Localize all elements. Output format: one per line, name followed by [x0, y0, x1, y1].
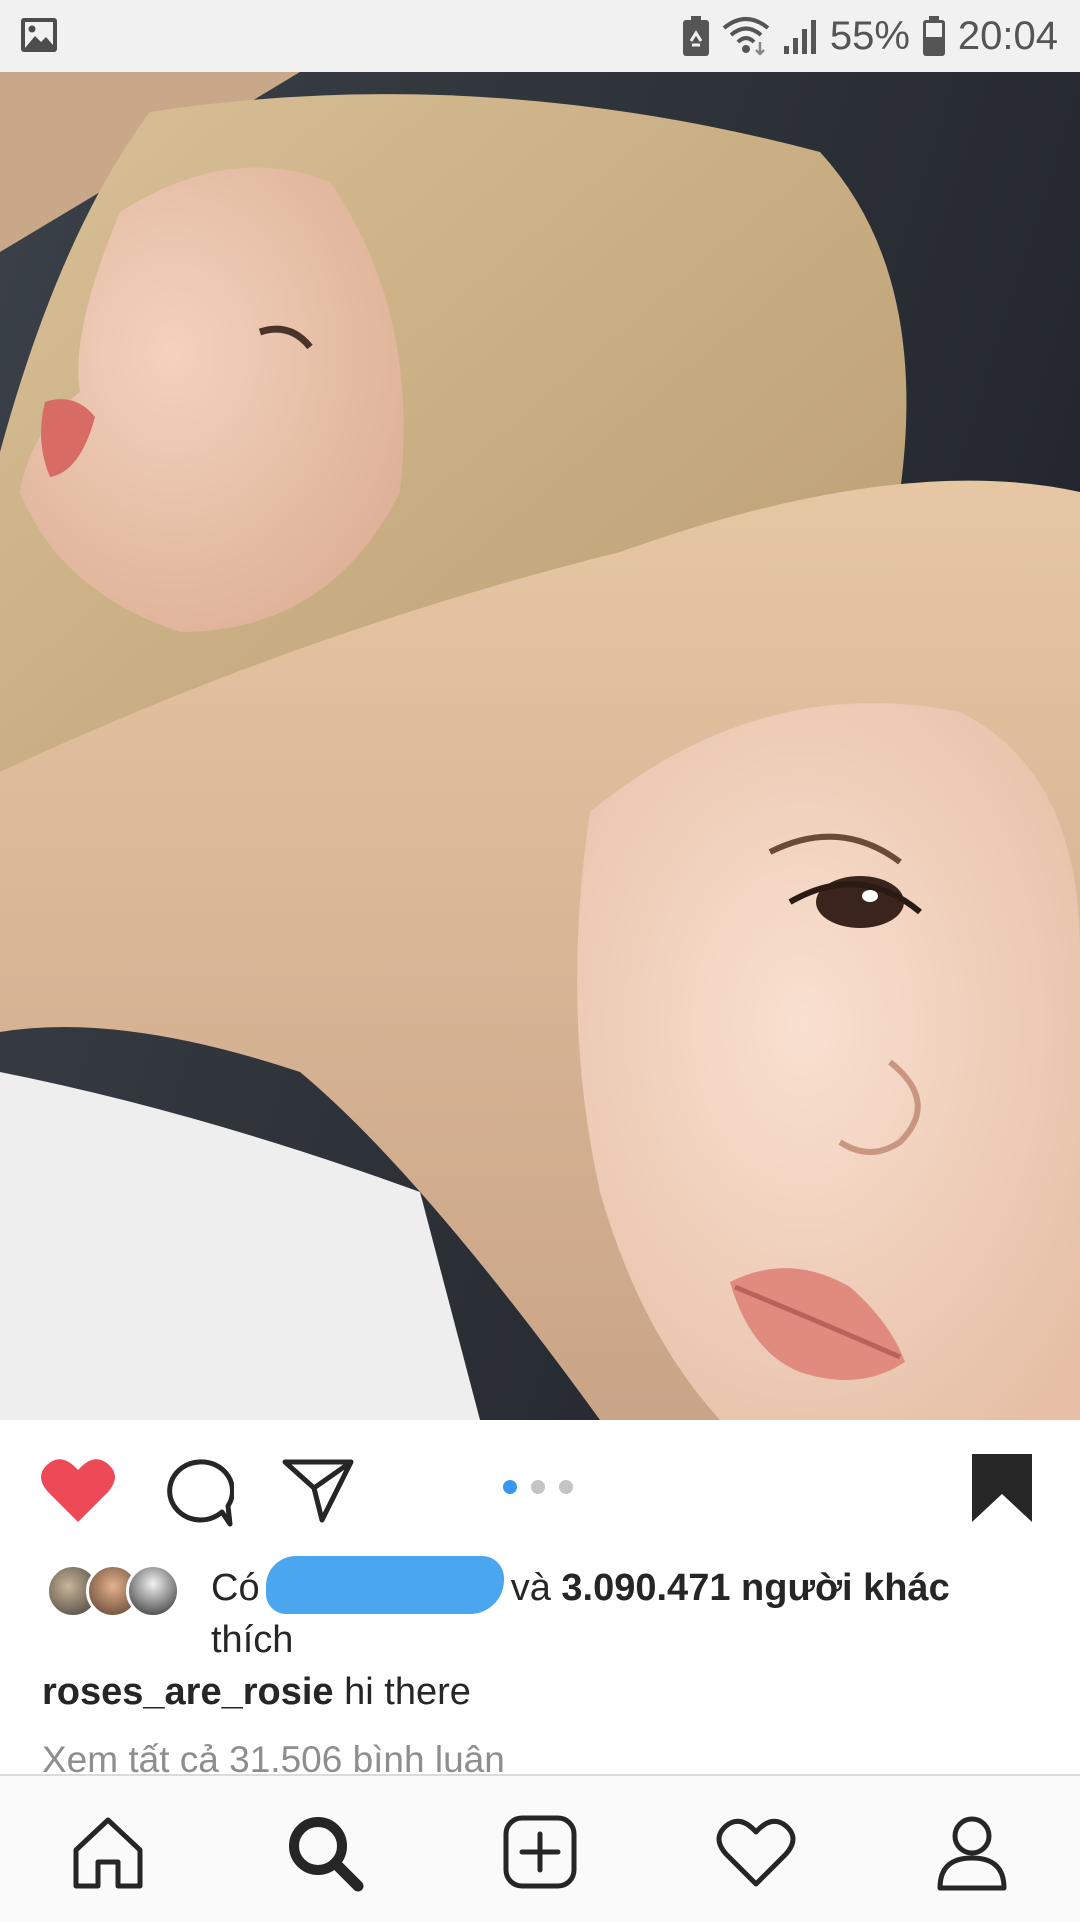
caption-username[interactable]: roses_are_rosie	[42, 1671, 334, 1713]
gallery-icon	[21, 18, 57, 52]
home-icon[interactable]	[68, 1812, 148, 1892]
likes-prefix: Có	[211, 1567, 260, 1609]
signal-icon	[783, 20, 816, 54]
comment-icon[interactable]	[164, 1458, 234, 1528]
profile-icon[interactable]	[932, 1812, 1012, 1892]
battery-icon	[922, 16, 945, 56]
clock: 20:04	[957, 13, 1058, 58]
likes-summary[interactable]: Có và 3.090.471 người khác thích	[211, 1556, 1031, 1666]
carousel-indicator	[503, 1480, 573, 1494]
post-caption: roses_are_rosie hi there	[42, 1666, 471, 1718]
like-heart-icon[interactable]	[40, 1456, 116, 1524]
activity-heart-icon[interactable]	[716, 1812, 796, 1892]
caption-text: hi there	[344, 1671, 471, 1713]
save-bookmark-icon[interactable]	[970, 1452, 1034, 1524]
likes-count[interactable]: 3.090.471 người khác	[561, 1567, 949, 1609]
avatar	[126, 1564, 180, 1618]
carousel-dot-3	[559, 1480, 573, 1494]
bottom-nav	[0, 1774, 1080, 1922]
share-send-icon[interactable]	[282, 1458, 354, 1524]
redacted-username	[266, 1556, 505, 1614]
likes-conjunction: và	[510, 1567, 551, 1609]
likes-suffix: thích	[211, 1619, 294, 1661]
battery-saver-icon	[682, 16, 709, 56]
liked-by-avatars[interactable]	[46, 1564, 186, 1622]
add-post-icon[interactable]	[500, 1812, 580, 1892]
post-photo[interactable]	[0, 72, 1080, 1420]
carousel-dot-1	[503, 1480, 517, 1494]
post-photo-illustration	[0, 72, 1080, 1420]
battery-percent: 55%	[829, 13, 910, 58]
wifi-icon	[722, 17, 770, 56]
carousel-dot-2	[531, 1480, 545, 1494]
search-icon[interactable]	[284, 1812, 364, 1892]
status-bar: 55% 20:04	[0, 0, 1080, 72]
